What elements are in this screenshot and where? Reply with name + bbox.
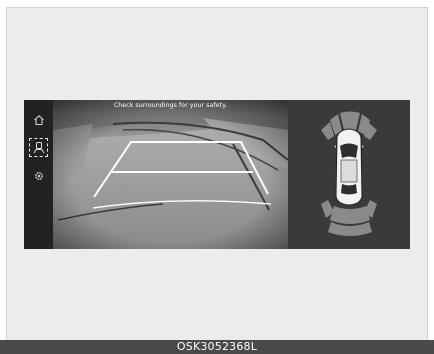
home-button[interactable] bbox=[29, 110, 48, 129]
figure-code: OSK3052368L bbox=[176, 340, 258, 353]
safety-message: Check surroundings for your safety. bbox=[113, 102, 228, 109]
settings-button[interactable] bbox=[29, 166, 48, 185]
camera-image bbox=[53, 100, 288, 249]
rear-view-button[interactable] bbox=[29, 138, 48, 157]
parking-sensor-display bbox=[321, 111, 377, 236]
rear-camera-view: Check surroundings for your safety. bbox=[53, 100, 288, 249]
home-icon bbox=[33, 114, 44, 125]
car-top-view-icon bbox=[333, 128, 365, 206]
sidebar bbox=[24, 100, 54, 249]
infotainment-screen: Check surroundings for your safety. bbox=[24, 100, 410, 249]
figure-caption: OSK3052368L bbox=[0, 340, 434, 354]
rear-view-icon bbox=[33, 142, 44, 154]
surround-view-panel bbox=[288, 100, 410, 249]
settings-icon bbox=[34, 171, 43, 180]
